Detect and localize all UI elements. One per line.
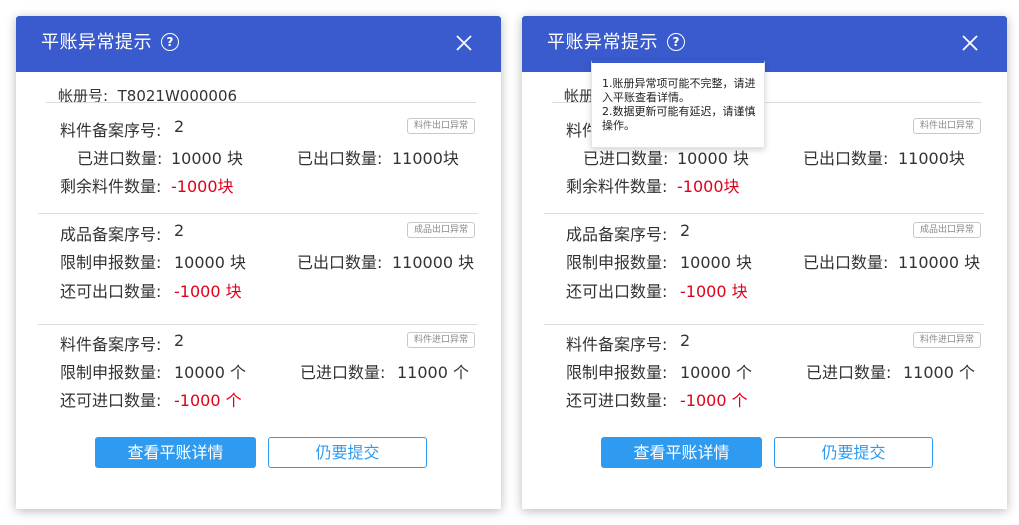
submit-anyway-button[interactable]: 仍要提交 (774, 437, 933, 468)
divider (38, 324, 478, 325)
status-badge: 料件出口异常 (406, 118, 475, 134)
left-label: 已进口数量: (583, 149, 669, 168)
right-value: 110000 块 (898, 253, 981, 272)
status-badge: 料件进口异常 (406, 332, 475, 348)
reconcile-dialog-right: 平账异常提示 ? 帐册号: T8021W000006 料件备案序号: 2 料件出… (522, 16, 1007, 509)
key-value: 2 (174, 221, 185, 240)
right-value: 11000块 (898, 149, 965, 168)
key-label: 成品备案序号: (566, 225, 668, 244)
right-label: 已进口数量: (300, 363, 386, 382)
remaining-label: 还可出口数量: (60, 282, 162, 301)
left-value: 10000 块 (677, 149, 749, 168)
close-icon[interactable] (455, 34, 473, 52)
key-value: 2 (680, 331, 691, 350)
key-value: 2 (174, 117, 185, 136)
help-icon[interactable]: ? (161, 33, 179, 51)
divider (46, 102, 476, 103)
left-label: 限制申报数量: (60, 253, 162, 272)
remaining-label: 剩余料件数量: (60, 177, 162, 196)
right-value: 11000块 (392, 149, 459, 168)
status-badge: 料件出口异常 (912, 118, 981, 134)
key-value: 2 (174, 331, 185, 350)
right-value: 11000 个 (397, 363, 469, 382)
right-label: 已进口数量: (806, 363, 892, 382)
remaining-label: 还可进口数量: (60, 391, 162, 410)
right-label: 已出口数量: (803, 253, 889, 272)
key-label: 成品备案序号: (60, 225, 162, 244)
key-label: 料件备案序号: (60, 335, 162, 354)
right-value: 11000 个 (903, 363, 975, 382)
dialog-header: 平账异常提示 ? (16, 16, 501, 72)
left-value: 10000 块 (174, 253, 246, 272)
close-icon[interactable] (961, 34, 979, 52)
view-details-button[interactable]: 查看平账详情 (95, 437, 256, 468)
key-value: 2 (680, 221, 691, 240)
remaining-label: 还可进口数量: (566, 391, 668, 410)
left-label: 限制申报数量: (566, 363, 668, 382)
help-icon[interactable]: ? (667, 33, 685, 51)
remaining-label: 剩余料件数量: (566, 177, 668, 196)
divider (544, 213, 984, 214)
left-label: 限制申报数量: (60, 363, 162, 382)
left-value: 10000 个 (174, 363, 246, 382)
key-label: 料件备案序号: (60, 121, 162, 140)
tooltip-line-2: 2.数据更新可能有延迟，请谨慎操作。 (602, 105, 756, 132)
status-badge: 成品出口异常 (406, 222, 475, 238)
right-label: 已出口数量: (297, 149, 383, 168)
tooltip-line-1: 1.账册异常项可能不完整，请进入平账查看详情。 (602, 77, 756, 104)
help-tooltip: 1.账册异常项可能不完整，请进入平账查看详情。 2.数据更新可能有延迟，请谨慎操… (591, 60, 765, 148)
left-value: 10000 个 (680, 363, 752, 382)
view-details-button[interactable]: 查看平账详情 (601, 437, 762, 468)
key-label: 料件备案序号: (566, 335, 668, 354)
remaining-label: 还可出口数量: (566, 282, 668, 301)
right-label: 已出口数量: (297, 253, 383, 272)
remaining-value: -1000 块 (680, 282, 748, 301)
left-value: 10000 块 (680, 253, 752, 272)
remaining-value: -1000 个 (174, 391, 242, 410)
left-label: 限制申报数量: (566, 253, 668, 272)
status-badge: 料件进口异常 (912, 332, 981, 348)
reconcile-dialog-left: 平账异常提示 ? 帐册号: T8021W000006 料件备案序号: 2 料件出… (16, 16, 501, 509)
divider (38, 213, 478, 214)
remaining-value: -1000 个 (680, 391, 748, 410)
left-value: 10000 块 (171, 149, 243, 168)
dialog-title: 平账异常提示 (547, 32, 658, 53)
remaining-value: -1000 块 (174, 282, 242, 301)
right-value: 110000 块 (392, 253, 475, 272)
submit-anyway-button[interactable]: 仍要提交 (268, 437, 427, 468)
status-badge: 成品出口异常 (912, 222, 981, 238)
divider (544, 324, 984, 325)
dialog-title: 平账异常提示 (41, 32, 152, 53)
remaining-value: -1000块 (677, 177, 740, 196)
right-label: 已出口数量: (803, 149, 889, 168)
left-label: 已进口数量: (77, 149, 163, 168)
remaining-value: -1000块 (171, 177, 234, 196)
